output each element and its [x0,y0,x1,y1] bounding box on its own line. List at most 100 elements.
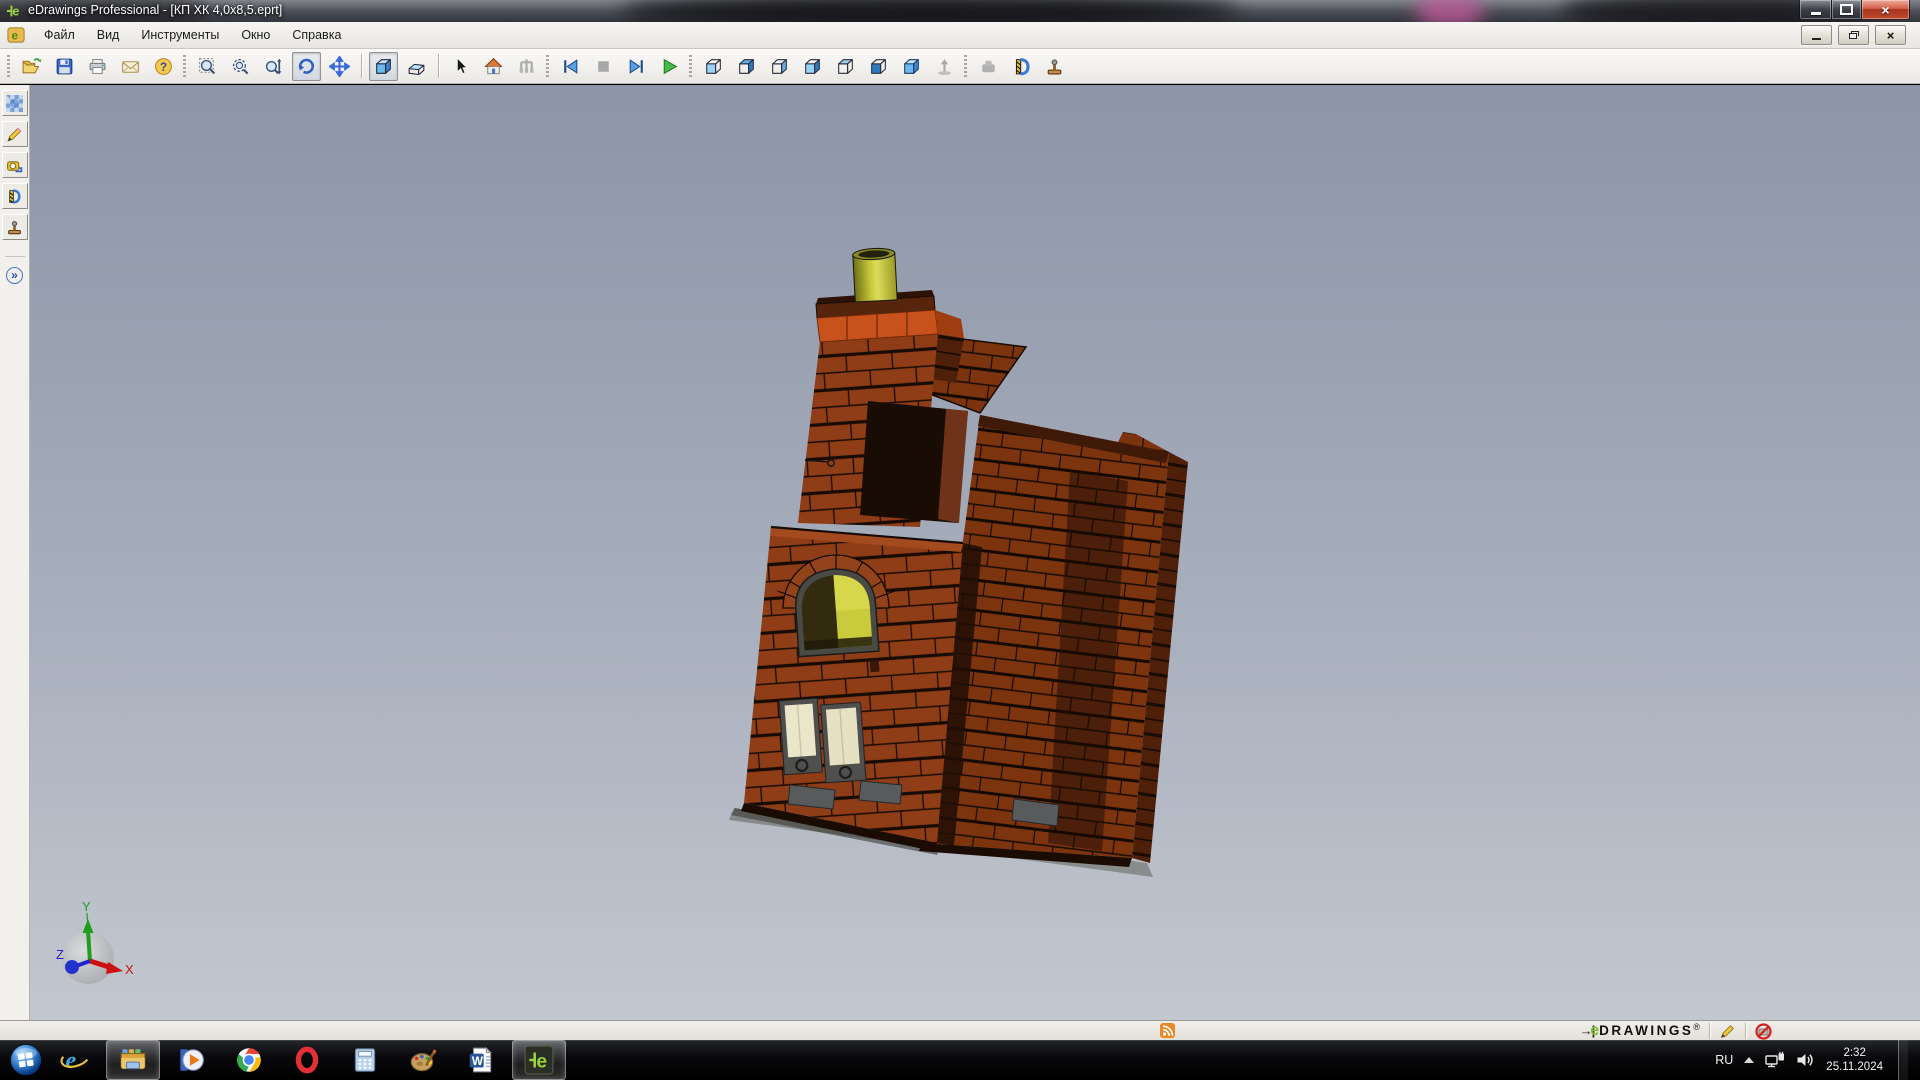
menu-view[interactable]: Вид [86,24,131,46]
components-panel-button[interactable] [2,90,28,116]
zoom-area-button[interactable] [226,52,255,81]
show-desktop-button[interactable] [1898,1040,1908,1080]
glass-smudge-pink [1415,0,1485,22]
speaker-icon[interactable] [1796,1051,1815,1069]
shaded-button[interactable] [369,52,398,81]
taskbar-edrawings[interactable]: e [512,1040,566,1080]
edrawings-logo: →|eDRAWINGS® [1580,1022,1700,1040]
toolbar-grip[interactable] [964,55,967,77]
hidden-lines-removed-button[interactable] [402,52,431,81]
close-button[interactable]: × [1862,0,1910,20]
show-hidden-icons[interactable] [1744,1057,1754,1063]
menu-help[interactable]: Справка [281,24,352,46]
language-indicator[interactable]: RU [1715,1053,1733,1067]
child-restore-glyph [1849,31,1859,39]
axis-z-label: Z [56,947,64,962]
save-button[interactable] [50,52,79,81]
status-separator [1745,1023,1746,1039]
chrome-icon [234,1045,264,1075]
previous-view-button[interactable] [556,52,585,81]
play-button[interactable] [655,52,684,81]
word-icon: W [466,1045,496,1075]
child-minimize-button[interactable] [1801,25,1832,45]
view-back-button[interactable] [732,52,761,81]
toolbar-separator [361,54,362,78]
home-view-button[interactable] [479,52,508,81]
view-isometric-button[interactable] [897,52,926,81]
measure-icon [6,157,23,174]
menu-window[interactable]: Окно [230,24,281,46]
svg-text:W: W [472,1055,484,1068]
rotate-button[interactable] [292,52,321,81]
view-front-icon [703,56,724,77]
section-icon [6,188,23,205]
previous-view-icon [560,56,581,77]
open-button[interactable] [17,52,46,81]
rss-icon[interactable] [1160,1023,1176,1039]
expand-panel-button[interactable]: » [5,256,25,285]
toolbar-grip[interactable] [183,55,186,77]
select-pointer-button[interactable] [446,52,475,81]
stamp-button[interactable] [1040,52,1069,81]
markup-pencil-icon [6,126,23,143]
help-button[interactable]: ? [149,52,178,81]
measure-disabled-icon[interactable] [1755,1023,1772,1040]
menu-file[interactable]: Файл [33,24,86,46]
animate-button[interactable] [512,52,541,81]
taskbar-word[interactable]: W [454,1040,508,1080]
minimize-button[interactable] [1799,0,1831,20]
stamp-panel-button[interactable] [2,214,28,240]
view-bottom-button[interactable] [864,52,893,81]
taskbar-opera[interactable] [280,1040,334,1080]
warming-niche [793,566,879,656]
move-component-button[interactable] [974,52,1003,81]
print-button[interactable] [83,52,112,81]
windows-start-icon [9,1043,43,1077]
animate-icon [516,56,537,77]
zoom-in-out-button[interactable] [259,52,288,81]
taskbar: e [0,1040,1920,1080]
windows-explorer-icon [118,1045,148,1075]
taskbar-calculator[interactable] [338,1040,392,1080]
taskbar-paint[interactable] [396,1040,450,1080]
toolbar-grip[interactable] [546,55,549,77]
network-icon[interactable] [1765,1051,1785,1069]
send-email-button[interactable] [116,52,145,81]
chimney-pipe [853,247,898,302]
zoom-fit-button[interactable] [193,52,222,81]
view-left-button[interactable] [765,52,794,81]
clock[interactable]: 2:32 25.11.2024 [1826,1046,1883,1074]
taskbar-chrome[interactable] [222,1040,276,1080]
toolbar-grip[interactable] [7,55,10,77]
taskbar-media-player[interactable] [164,1040,218,1080]
view-front-button[interactable] [699,52,728,81]
toolbar-grip[interactable] [689,55,692,77]
side-panel: » [0,85,30,1020]
view-isometric-icon [901,56,922,77]
perspective-button[interactable] [930,52,959,81]
child-restore-button[interactable] [1838,25,1869,45]
model-viewport[interactable]: Y X Z [30,85,1920,1020]
markup-panel-button[interactable] [2,121,28,147]
maximize-button[interactable] [1831,0,1862,20]
stove-3d-model: Y X Z [30,85,1920,1020]
view-right-button[interactable] [798,52,827,81]
stop-button[interactable] [589,52,618,81]
section-panel-button[interactable] [2,183,28,209]
view-right-icon [802,56,823,77]
child-close-button[interactable]: × [1875,25,1906,45]
markup-pencil-icon[interactable] [1719,1023,1736,1040]
hidden-lines-removed-icon [406,56,427,77]
view-top-button[interactable] [831,52,860,81]
measure-panel-button[interactable] [2,152,28,178]
axis-x-label: X [125,962,134,977]
taskbar-internet-explorer[interactable]: e [48,1040,102,1080]
taskbar-windows-explorer[interactable] [106,1040,160,1080]
start-button[interactable] [6,1040,46,1080]
pan-button[interactable] [325,52,354,81]
menu-tools[interactable]: Инструменты [130,24,230,46]
section-button[interactable] [1007,52,1036,81]
view-top-icon [835,56,856,77]
vent [859,781,902,804]
next-view-button[interactable] [622,52,651,81]
